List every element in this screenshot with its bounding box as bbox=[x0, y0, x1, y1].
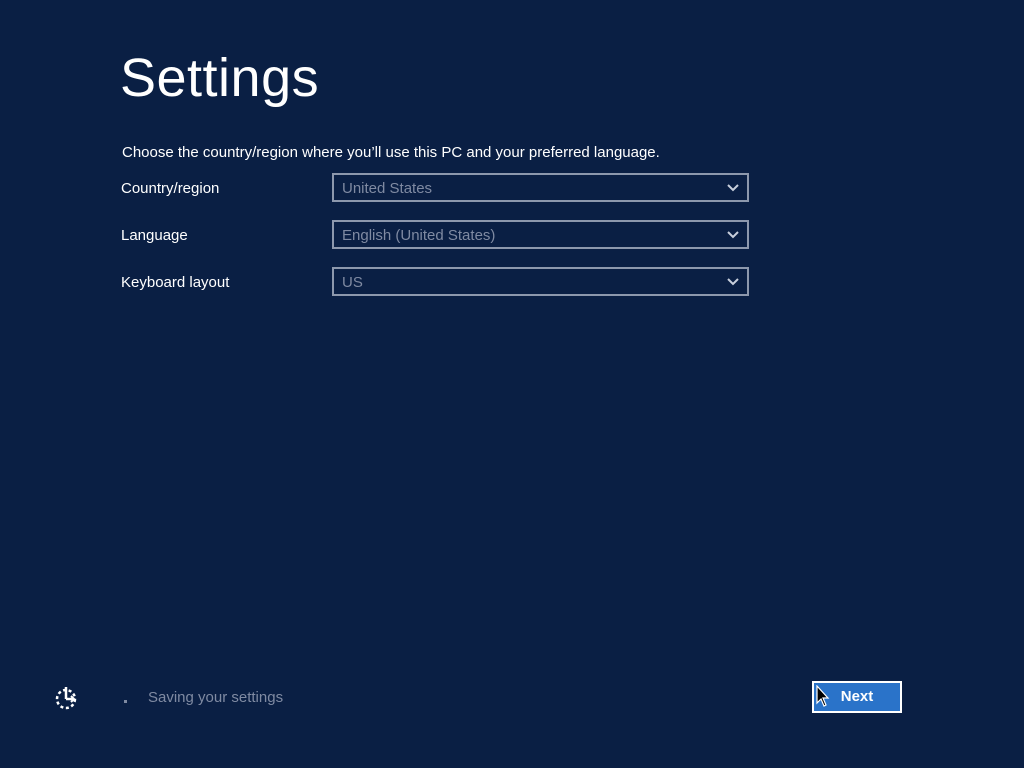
chevron-down-icon bbox=[727, 231, 739, 239]
country-region-value: United States bbox=[342, 180, 433, 197]
keyboard-layout-value: US bbox=[342, 274, 363, 291]
progress-dot bbox=[124, 700, 127, 703]
language-value: English (United States) bbox=[342, 227, 496, 244]
keyboard-layout-label: Keyboard layout bbox=[121, 274, 230, 291]
mouse-cursor-icon bbox=[816, 685, 830, 707]
chevron-down-icon bbox=[727, 278, 739, 286]
page-title: Settings bbox=[120, 48, 320, 108]
chevron-down-icon bbox=[727, 184, 739, 192]
accessibility-icon[interactable] bbox=[52, 684, 80, 712]
language-select[interactable]: English (United States) bbox=[332, 220, 749, 249]
country-region-select[interactable]: United States bbox=[332, 173, 749, 202]
keyboard-layout-select[interactable]: US bbox=[332, 267, 749, 296]
country-region-label: Country/region bbox=[121, 180, 220, 197]
instruction-text: Choose the country/region where you’ll u… bbox=[122, 144, 660, 161]
language-label: Language bbox=[121, 227, 188, 244]
status-text: Saving your settings bbox=[148, 689, 284, 706]
